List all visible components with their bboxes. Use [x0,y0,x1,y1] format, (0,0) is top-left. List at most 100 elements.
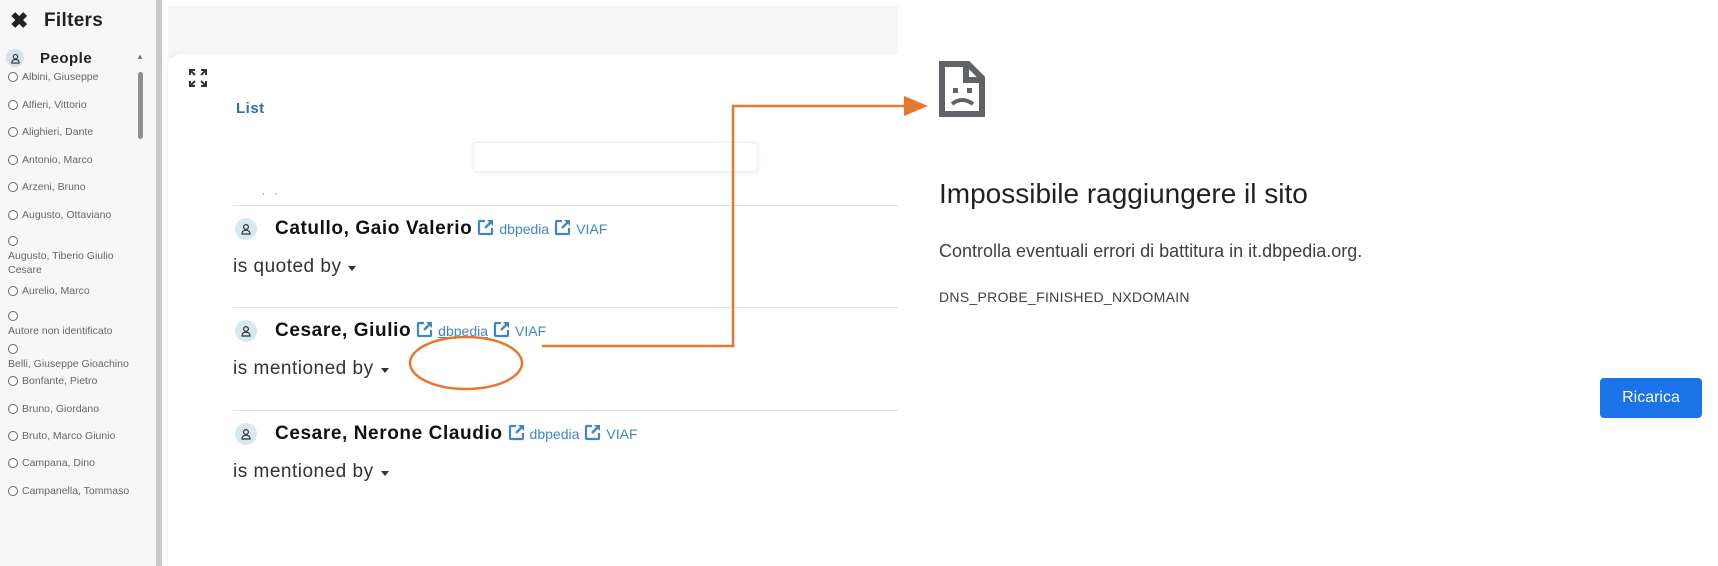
person-icon [6,49,24,67]
radio-button[interactable] [8,210,18,221]
people-item[interactable]: Bruto, Marco Giunio [8,429,138,443]
person-icon [235,218,257,240]
error-code: DNS_PROBE_FINISHED_NXDOMAIN [939,289,1190,305]
people-item-label: Augusto, Ottaviano [22,209,112,222]
divider [233,307,898,308]
people-item-label: Bonfante, Pietro [22,375,98,388]
external-link-icon[interactable] [493,320,511,343]
scroll-up-arrow-icon[interactable]: ▲ [136,52,144,61]
list-item: Cesare, Nerone Claudio dbpedia VIAF is m… [233,421,898,483]
people-item-label: Augusto, Tiberio Giulio Cesare [8,250,114,277]
main-panel: List ,, Catullo, Gaio Valerio dbpedia VI… [168,54,898,566]
dbpedia-link[interactable]: dbpedia [499,221,549,237]
people-item[interactable]: Bruno, Giordano [8,402,138,416]
people-item-label: Campana, Dino [22,457,95,470]
radio-button[interactable] [8,486,18,497]
people-item[interactable]: Aurelio, Marco [8,284,138,298]
people-item[interactable]: Augusto, Tiberio Giulio Cesare [8,236,138,277]
radio-button[interactable] [8,72,18,83]
people-item-label: Antonio, Marco [22,154,93,167]
viaf-link[interactable]: VIAF [515,323,546,339]
caret-down-icon [380,471,389,476]
people-item[interactable]: Autore non identificato [8,311,138,338]
dbpedia-link[interactable]: dbpedia [530,426,580,442]
viaf-link[interactable]: VIAF [606,426,637,442]
error-page: Impossibile raggiungere il sito Controll… [898,0,1718,566]
relation-dropdown[interactable]: is mentioned by [233,461,898,483]
screenshot-stage: ✖ Filters People ▲ Albini, Giuseppe Alfi… [0,0,1718,566]
people-item[interactable]: Campana, Dino [8,456,138,470]
people-item[interactable]: Alfieri, Vittorio [8,98,138,112]
dbpedia-link[interactable]: dbpedia [438,323,488,339]
external-link-icon[interactable] [416,320,434,343]
people-item-label: Belli, Giuseppe Gioachino [8,358,129,371]
tab-list[interactable]: List [236,100,265,117]
radio-button[interactable] [8,344,18,354]
people-item[interactable]: Antonio, Marco [8,153,138,167]
person-icon [235,423,257,445]
person-name: Cesare, Giulio [275,320,412,341]
caret-down-icon [348,266,357,271]
sidebar-scrollbar[interactable] [138,72,143,139]
filters-sidebar: ✖ Filters People ▲ Albini, Giuseppe Alfi… [0,0,162,566]
radio-button[interactable] [8,311,18,321]
people-item-label: Autore non identificato [8,325,113,338]
radio-button[interactable] [8,458,18,469]
filters-title: Filters [44,10,104,31]
radio-button[interactable] [8,286,18,297]
divider [233,205,898,206]
people-title: People [40,49,93,67]
radio-button[interactable] [8,127,18,138]
error-title: Impossibile raggiungere il sito [939,178,1308,209]
people-item[interactable]: Albini, Giuseppe [8,70,138,84]
radio-button[interactable] [8,182,18,193]
close-icon[interactable]: ✖ [10,10,32,32]
person-icon [235,320,257,342]
search-input[interactable] [473,142,758,172]
people-section-header[interactable]: People [6,49,146,67]
people-item-label: Bruto, Marco Giunio [22,430,116,443]
people-item[interactable]: Campanella, Tommaso [8,484,138,498]
relation-dropdown[interactable]: is quoted by [233,256,898,278]
people-item[interactable]: Alighieri, Dante [8,125,138,139]
relation-label: is mentioned by [233,358,374,379]
people-item[interactable]: Bonfante, Pietro [8,374,138,388]
people-item-label: Campanella, Tommaso [22,485,130,498]
divider [233,410,898,411]
external-link-icon[interactable] [584,423,602,446]
radio-button[interactable] [8,155,18,166]
caret-down-icon [380,368,389,373]
radio-button[interactable] [8,236,18,246]
external-link-icon[interactable] [477,218,495,241]
relation-label: is quoted by [233,256,342,277]
filters-header: ✖ Filters [10,10,103,32]
radio-button[interactable] [8,100,18,111]
people-item[interactable]: Arzeni, Bruno [8,180,138,194]
people-item-label: Alighieri, Dante [22,126,94,139]
viaf-link[interactable]: VIAF [576,221,607,237]
broken-page-icon [938,60,988,123]
reload-button[interactable]: Ricarica [1600,378,1702,418]
relation-label: is mentioned by [233,461,374,482]
people-item-label: Bruno, Giordano [22,403,100,416]
radio-button[interactable] [8,376,18,387]
radio-button[interactable] [8,404,18,415]
people-item-label: Arzeni, Bruno [22,181,86,194]
people-item-label: Aurelio, Marco [22,285,90,298]
clipped-text-fragment: ,, [262,186,288,197]
person-name: Catullo, Gaio Valerio [275,218,473,239]
people-item-label: Alfieri, Vittorio [22,99,87,112]
people-item[interactable]: Belli, Giuseppe Gioachino [8,344,138,371]
external-link-icon[interactable] [508,423,526,446]
expand-icon[interactable] [188,68,208,93]
list-item: Catullo, Gaio Valerio dbpedia VIAF is qu… [233,216,898,278]
people-item-label: Albini, Giuseppe [22,71,99,84]
list-item: Cesare, Giulio dbpedia VIAF is mentioned… [233,318,898,380]
relation-dropdown[interactable]: is mentioned by [233,358,898,380]
person-name: Cesare, Nerone Claudio [275,423,503,444]
people-item[interactable]: Augusto, Ottaviano [8,208,138,222]
error-description: Controlla eventuali errori di battitura … [939,241,1363,261]
top-band [168,6,898,58]
external-link-icon[interactable] [554,218,572,241]
radio-button[interactable] [8,431,18,442]
